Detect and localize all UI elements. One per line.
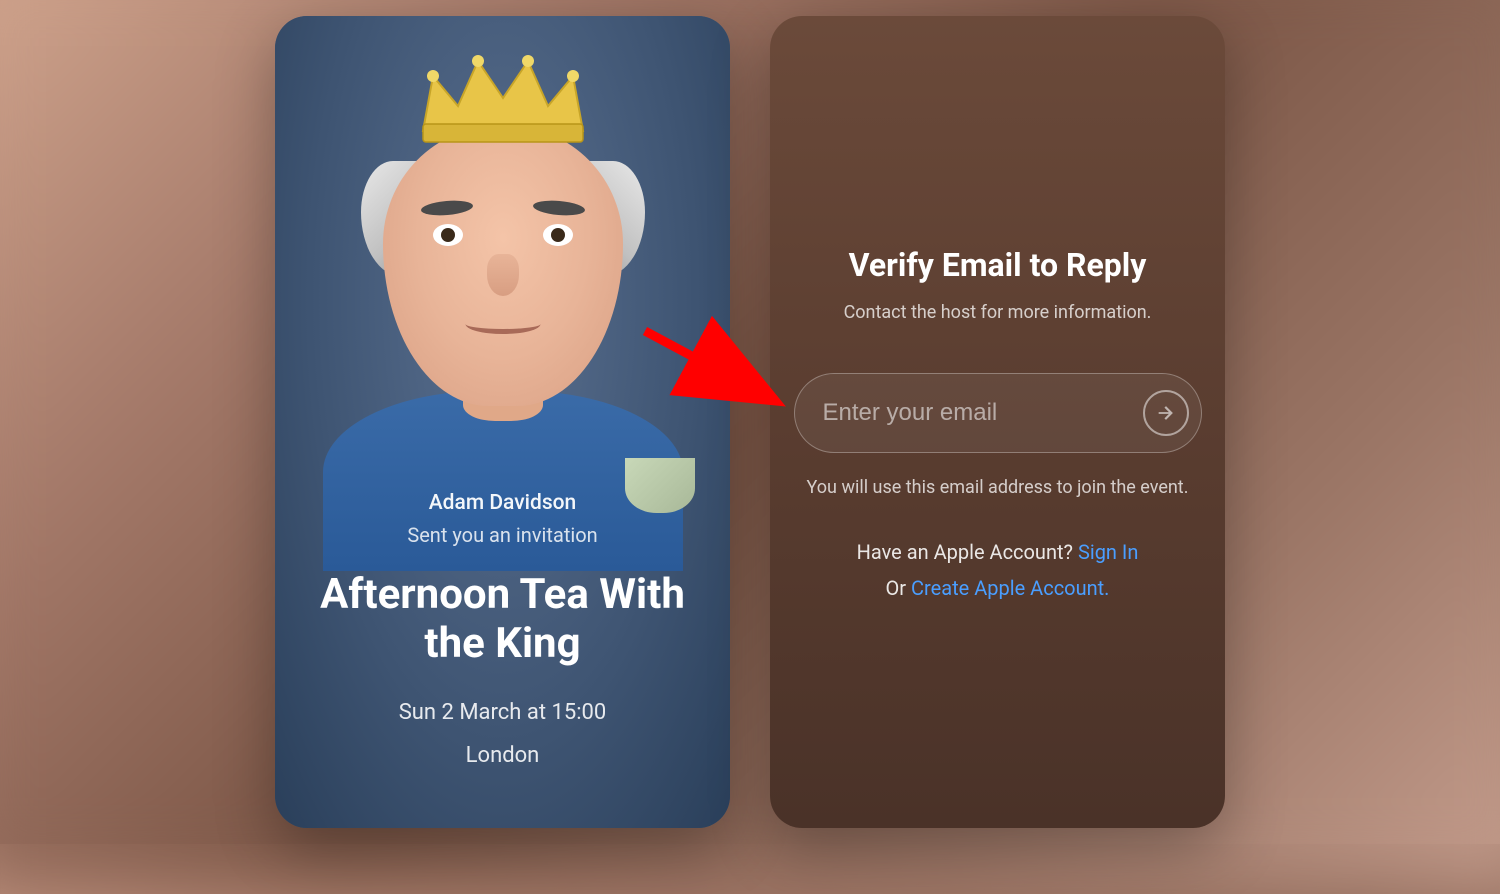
create-account-line: Or Create Apple Account. [886,576,1110,600]
email-input-container [794,373,1202,453]
event-datetime: Sun 2 March at 15:00 [305,700,700,725]
or-text: Or [886,576,912,600]
sign-in-link[interactable]: Sign In [1078,540,1138,564]
verify-email-card: Verify Email to Reply Contact the host f… [770,16,1225,828]
verify-subtitle: Contact the host for more information. [844,302,1152,323]
create-account-link[interactable]: Create Apple Account. [911,576,1109,600]
crown-icon [403,36,603,156]
invitation-subtext: Sent you an invitation [305,523,700,547]
event-location: London [305,743,700,768]
event-title: Afternoon Tea With the King [305,571,700,668]
email-input[interactable] [823,399,1143,427]
have-account-line: Have an Apple Account? Sign In [857,540,1139,564]
host-name: Adam Davidson [305,491,700,515]
submit-email-button[interactable] [1143,390,1189,436]
invitation-card: Adam Davidson Sent you an invitation Aft… [275,16,730,828]
arrow-right-icon [1155,402,1177,424]
have-account-text: Have an Apple Account? [857,540,1078,564]
email-note: You will use this email address to join … [807,477,1189,498]
verify-title: Verify Email to Reply [849,246,1147,284]
